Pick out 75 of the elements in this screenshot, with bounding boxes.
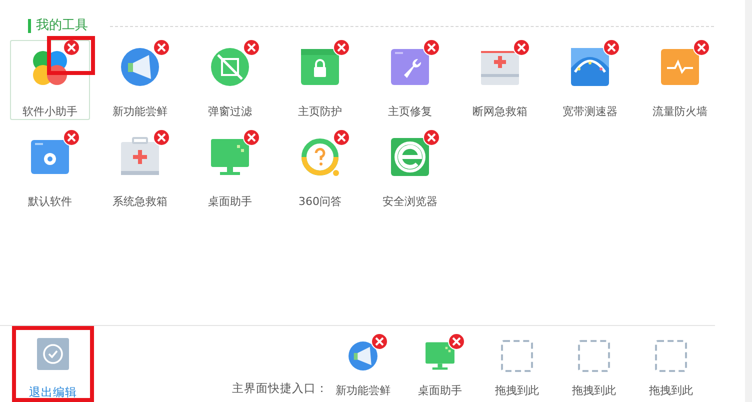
tool-tile[interactable]: 默认软件 (10, 130, 90, 210)
monitor-icon (209, 136, 251, 178)
speedometer-icon (569, 46, 611, 88)
close-icon (247, 43, 256, 52)
shortcut-item-label: 拖拽到此 (649, 383, 693, 399)
remove-button[interactable] (153, 129, 170, 146)
shortcut-item-label: 新功能尝鲜 (336, 383, 390, 399)
remove-button[interactable] (243, 129, 260, 146)
section-title: 我的工具 (28, 19, 88, 33)
close-icon (337, 133, 346, 142)
remove-button[interactable] (63, 39, 80, 56)
close-icon (427, 43, 436, 52)
close-icon (67, 133, 76, 142)
medical-case-icon (119, 136, 161, 178)
remove-button[interactable] (333, 129, 350, 146)
tool-label: 弹窗过滤 (208, 105, 252, 119)
tool-tile[interactable]: 安全浏览器 (370, 130, 450, 210)
tool-label: 断网急救箱 (472, 105, 528, 119)
remove-button[interactable] (371, 333, 388, 350)
remove-button[interactable] (423, 129, 440, 146)
remove-button[interactable] (603, 39, 620, 56)
remove-button[interactable] (423, 39, 440, 56)
tool-tile[interactable]: 360问答 (280, 130, 360, 210)
wrench-window-icon (389, 46, 431, 88)
e-logo-icon (389, 136, 431, 178)
tool-tile[interactable]: 新功能尝鲜 (100, 40, 180, 120)
tool-label: 流量防火墙 (652, 105, 708, 119)
remove-button[interactable] (243, 39, 260, 56)
blocked-window-icon (209, 46, 251, 88)
shortcut-item-label: 桌面助手 (418, 383, 462, 399)
tool-label: 主页防护 (298, 105, 342, 119)
tool-tile[interactable]: 宽带测速器 (550, 40, 630, 120)
tool-label: 主页修复 (388, 105, 432, 119)
close-icon (697, 43, 706, 52)
shortcut-label: 主界面快捷入口： (232, 380, 328, 397)
tool-tile[interactable]: 断网急救箱 (460, 40, 540, 120)
remove-button[interactable] (448, 333, 465, 350)
megaphone-icon (119, 46, 161, 88)
remove-button[interactable] (63, 129, 80, 146)
remove-button[interactable] (333, 39, 350, 56)
megaphone-icon (347, 340, 379, 372)
tool-label: 360问答 (298, 195, 342, 209)
tool-tile[interactable]: 桌面助手 (190, 130, 270, 210)
tool-label: 系统急救箱 (112, 195, 168, 209)
close-icon (427, 133, 436, 142)
close-icon (517, 43, 526, 52)
close-icon (247, 133, 256, 142)
tool-tile[interactable]: 弹窗过滤 (190, 40, 270, 120)
monitor-icon (424, 340, 456, 372)
close-icon (67, 43, 76, 52)
remove-button[interactable] (153, 39, 170, 56)
remove-button[interactable] (693, 39, 710, 56)
remove-button[interactable] (513, 39, 530, 56)
close-icon (157, 133, 166, 142)
pulse-wall-icon (659, 46, 701, 88)
lock-window-icon (299, 46, 341, 88)
tool-label: 默认软件 (28, 195, 72, 209)
tool-label: 安全浏览器 (382, 195, 438, 209)
tool-label: 桌面助手 (208, 195, 252, 209)
shortcut-item-label: 拖拽到此 (572, 383, 616, 399)
shortcut-item-label: 拖拽到此 (495, 383, 539, 399)
close-icon (607, 43, 616, 52)
tool-label: 软件小助手 (22, 105, 78, 119)
tool-label: 宽带测速器 (562, 105, 618, 119)
tool-tile[interactable]: 主页防护 (280, 40, 360, 120)
close-icon (452, 337, 461, 346)
tool-tile[interactable]: 流量防火墙 (640, 40, 720, 120)
close-icon (157, 43, 166, 52)
tool-tile[interactable]: 主页修复 (370, 40, 450, 120)
tool-tile[interactable]: 系统急救箱 (100, 130, 180, 210)
exit-edit-button[interactable]: 退出编辑 (12, 326, 94, 402)
close-icon (337, 43, 346, 52)
close-icon (375, 337, 384, 346)
tool-label: 新功能尝鲜 (112, 105, 168, 119)
question-ring-icon (299, 136, 341, 178)
